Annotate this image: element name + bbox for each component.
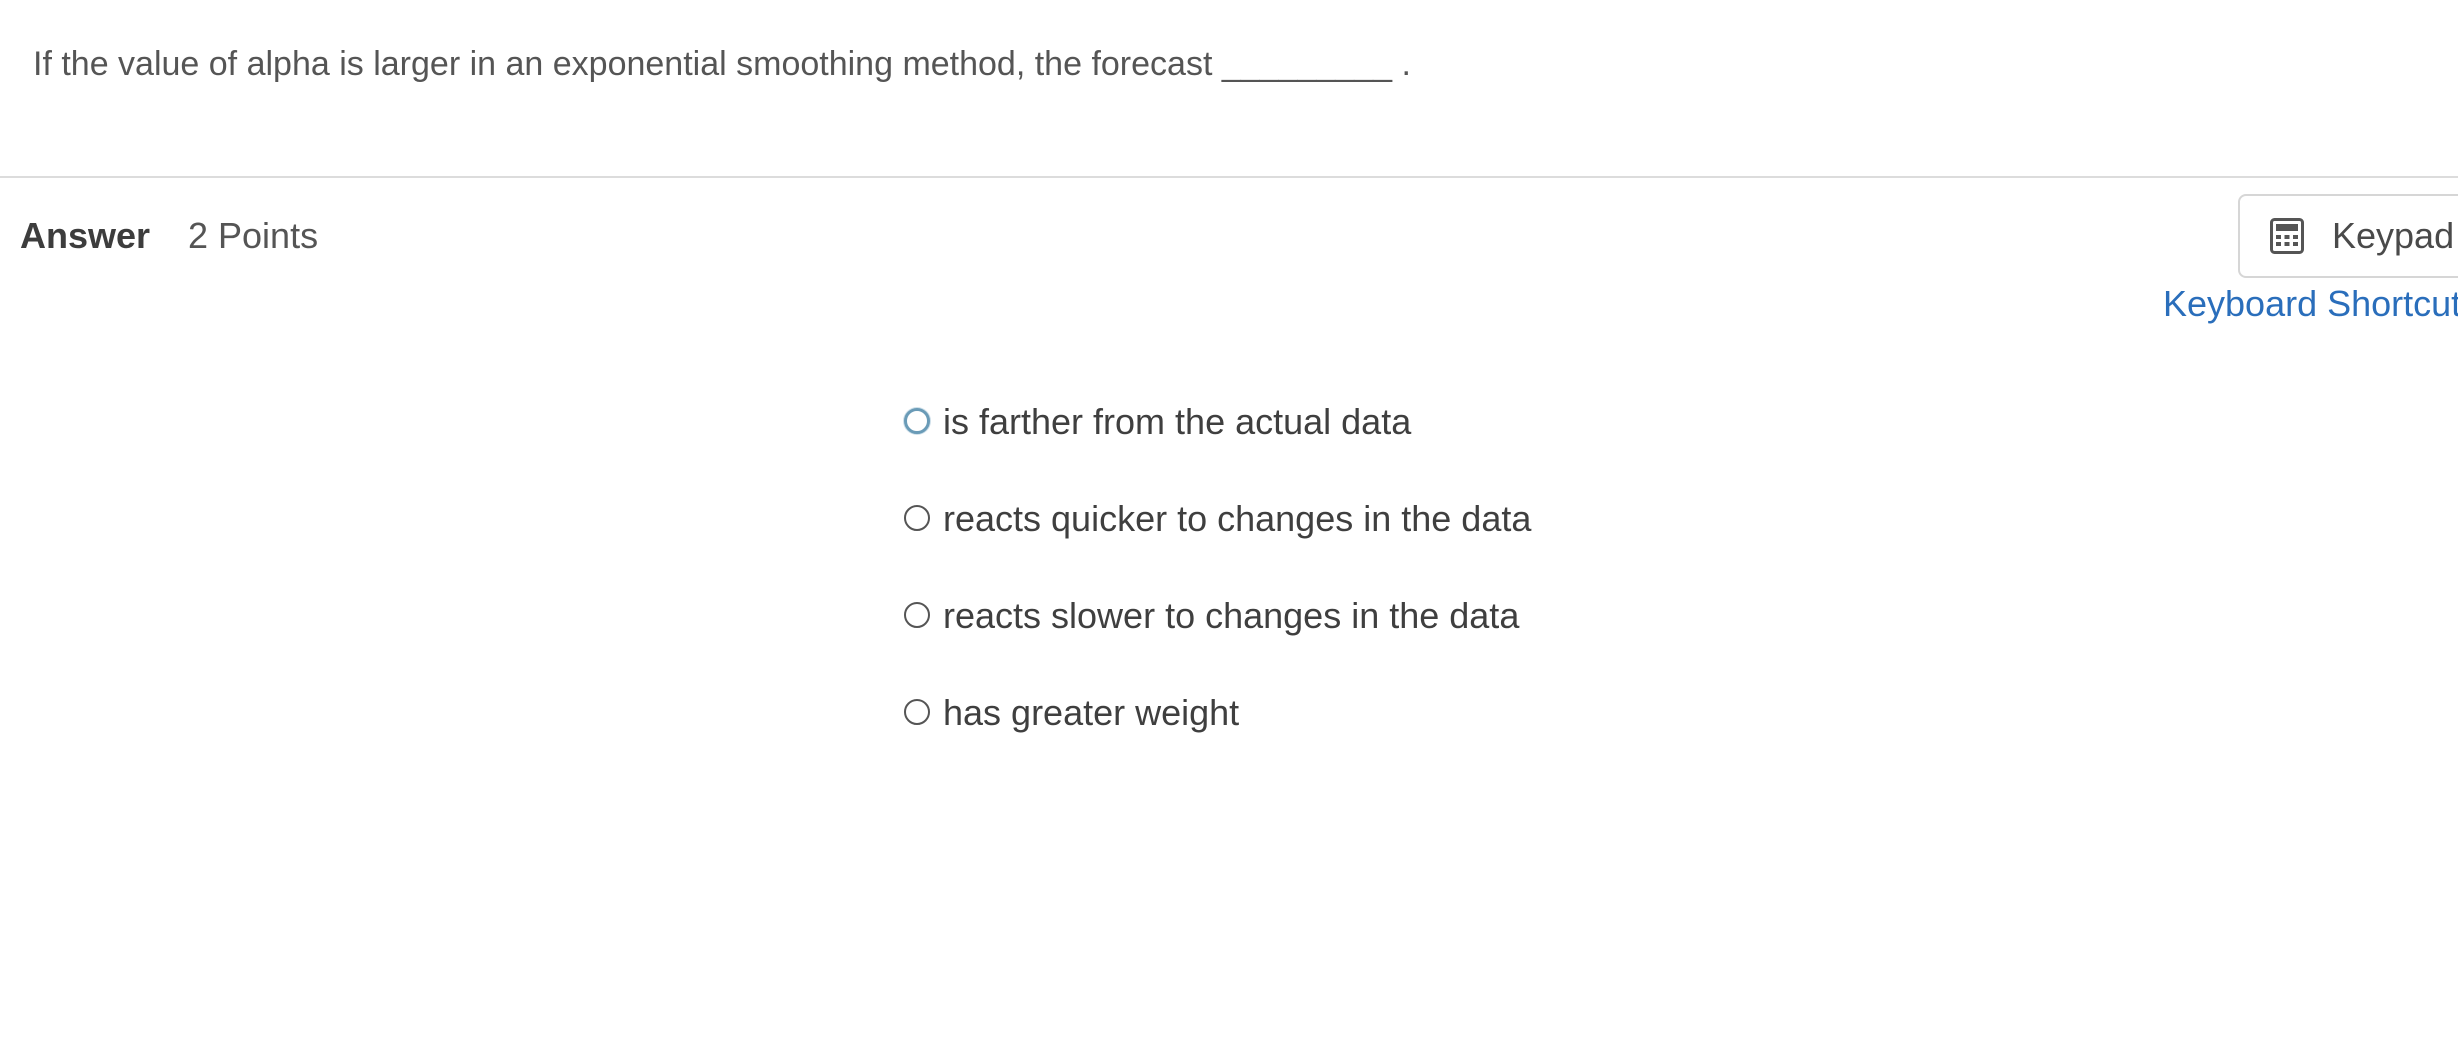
radio-button[interactable] xyxy=(904,408,930,434)
answer-option-1[interactable]: is farther from the actual data xyxy=(904,398,1531,495)
divider xyxy=(0,176,2458,178)
option-label: is farther from the actual data xyxy=(943,401,1412,442)
answer-label: Answer xyxy=(20,215,151,256)
radio-button[interactable] xyxy=(904,602,930,628)
answer-option-3[interactable]: reacts slower to changes in the data xyxy=(904,592,1531,689)
answer-options: is farther from the actual data reacts q… xyxy=(904,398,1531,786)
radio-button[interactable] xyxy=(904,505,930,531)
answer-option-4[interactable]: has greater weight xyxy=(904,689,1531,786)
radio-button[interactable] xyxy=(904,699,930,725)
option-label: reacts slower to changes in the data xyxy=(943,595,1520,636)
points-badge: 2 Points xyxy=(188,215,319,256)
answer-option-2[interactable]: reacts quicker to changes in the data xyxy=(904,495,1531,592)
calculator-icon xyxy=(2270,218,2304,254)
keypad-label: Keypad xyxy=(2332,215,2455,256)
keyboard-shortcuts-link[interactable]: Keyboard Shortcuts xyxy=(2163,280,2458,328)
option-label: has greater weight xyxy=(943,692,1240,733)
keypad-button[interactable]: Keypad xyxy=(2238,194,2458,278)
question-text: If the value of alpha is larger in an ex… xyxy=(33,45,1411,83)
option-label: reacts quicker to changes in the data xyxy=(943,498,1532,539)
